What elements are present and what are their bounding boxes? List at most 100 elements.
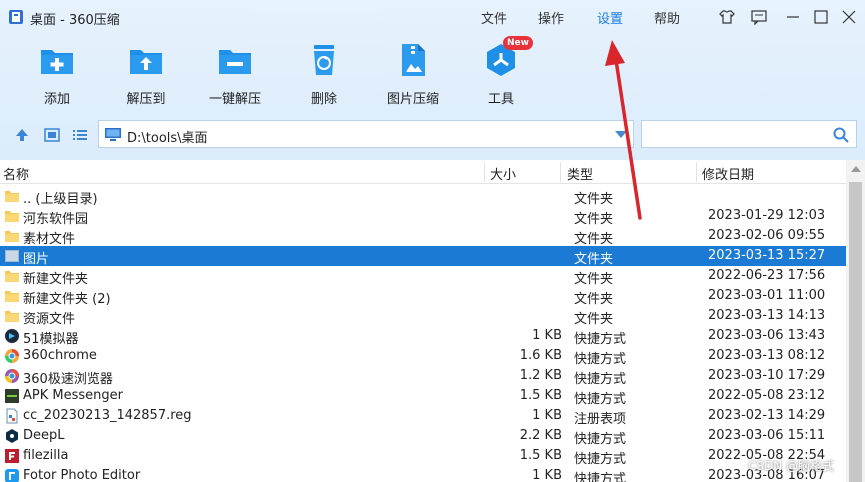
menu-help[interactable]: 帮助 bbox=[654, 8, 680, 27]
file-row[interactable]: Fotor Photo Editor 1 KB 快捷方式 2023-03-08 … bbox=[0, 466, 846, 482]
file-row[interactable]: 360极速浏览器 1.2 KB 快捷方式 2023-03-10 17:29 bbox=[0, 366, 846, 387]
file-size: 2.2 KB bbox=[519, 428, 562, 443]
path-field[interactable]: D:\tools\桌面 bbox=[98, 120, 634, 148]
image-compress-button[interactable]: 图片压缩 bbox=[378, 42, 448, 107]
file-row[interactable]: 素材文件 文件夹 2023-02-06 09:55 bbox=[0, 226, 846, 247]
image-folder-icon bbox=[5, 250, 19, 262]
file-type: 快捷方式 bbox=[574, 432, 627, 447]
minimize-icon[interactable] bbox=[784, 8, 802, 26]
thumbnail-view-icon[interactable] bbox=[44, 127, 60, 143]
file-date: 2023-03-06 13:43 bbox=[708, 328, 826, 343]
browser-icon bbox=[5, 349, 19, 363]
desktop-icon bbox=[105, 128, 121, 141]
one-click-extract-label: 一键解压 bbox=[208, 92, 261, 107]
file-row[interactable]: DeepL 2.2 KB 快捷方式 2023-03-06 15:11 bbox=[0, 426, 846, 447]
folder-icon bbox=[5, 291, 19, 302]
scrollbar-thumb[interactable] bbox=[849, 182, 862, 482]
file-name: cc_20230213_142857.reg bbox=[23, 408, 192, 423]
file-type: 快捷方式 bbox=[574, 392, 627, 407]
search-input[interactable] bbox=[646, 124, 820, 146]
add-button[interactable]: 添加 bbox=[22, 42, 92, 107]
file-size: 1 KB bbox=[532, 468, 562, 482]
file-row[interactable]: filezilla 1.5 KB 快捷方式 2022-05-08 22:54 bbox=[0, 446, 846, 467]
file-name: Fotor Photo Editor bbox=[23, 468, 141, 482]
file-type: 快捷方式 bbox=[574, 472, 627, 482]
file-row[interactable]: 新建文件夹 文件夹 2022-06-23 17:56 bbox=[0, 266, 846, 287]
maximize-icon[interactable] bbox=[812, 8, 830, 26]
column-modified[interactable]: 修改日期 bbox=[702, 164, 754, 183]
file-date: 2023-03-13 08:12 bbox=[708, 348, 826, 363]
app-logo-icon bbox=[9, 10, 23, 24]
file-type: 快捷方式 bbox=[574, 332, 627, 347]
file-name: 河东软件园 bbox=[23, 212, 89, 227]
column-type[interactable]: 类型 bbox=[567, 164, 593, 183]
window-title: 桌面 - 360压缩 bbox=[30, 13, 120, 28]
column-header: 名称 大小 类型 修改日期 bbox=[0, 160, 865, 184]
file-row[interactable]: 360chrome 1.6 KB 快捷方式 2023-03-13 08:12 bbox=[0, 346, 846, 367]
tools-button[interactable]: 工具 bbox=[466, 42, 536, 107]
title-bar: 桌面 - 360压缩 文件 操作 设置 帮助 bbox=[0, 0, 865, 34]
path-dropdown-icon[interactable] bbox=[615, 131, 627, 138]
search-icon[interactable] bbox=[832, 126, 850, 144]
file-type: 文件夹 bbox=[574, 292, 614, 307]
file-name: 360极速浏览器 bbox=[23, 372, 113, 387]
column-divider[interactable] bbox=[484, 162, 485, 182]
menu-file[interactable]: 文件 bbox=[481, 8, 507, 27]
column-size[interactable]: 大小 bbox=[490, 164, 516, 183]
new-badge: New bbox=[503, 36, 533, 50]
file-row[interactable]: 资源文件 文件夹 2023-03-13 14:13 bbox=[0, 306, 846, 327]
extract-label: 解压到 bbox=[126, 92, 166, 107]
tools-label: 工具 bbox=[487, 92, 514, 107]
menu-operate[interactable]: 操作 bbox=[538, 8, 564, 27]
file-date: 2023-01-29 12:03 bbox=[708, 208, 826, 223]
file-size: 1 KB bbox=[532, 328, 562, 343]
list-view-icon[interactable] bbox=[72, 127, 88, 143]
file-row[interactable]: 河东软件园 文件夹 2023-01-29 12:03 bbox=[0, 206, 846, 227]
one-click-extract-button[interactable]: 一键解压 bbox=[200, 42, 270, 107]
column-name[interactable]: 名称 bbox=[3, 164, 29, 183]
folder-icon bbox=[5, 271, 19, 282]
file-name: 新建文件夹 bbox=[23, 272, 89, 287]
file-size: 1.6 KB bbox=[519, 348, 562, 363]
file-type: 文件夹 bbox=[574, 212, 614, 227]
feedback-icon[interactable] bbox=[750, 8, 768, 26]
column-divider[interactable] bbox=[560, 162, 561, 182]
file-date: 2023-03-13 14:13 bbox=[708, 308, 826, 323]
extract-button[interactable]: 解压到 bbox=[111, 42, 181, 107]
file-name: 360chrome bbox=[23, 348, 97, 363]
scroll-up-arrow-icon[interactable] bbox=[851, 166, 861, 172]
file-size: 1 KB bbox=[532, 408, 562, 423]
image-compress-label: 图片压缩 bbox=[386, 92, 439, 107]
file-row[interactable]: .. (上级目录) 文件夹 bbox=[0, 186, 846, 207]
emulator-icon bbox=[5, 329, 19, 343]
file-row[interactable]: cc_20230213_142857.reg 1 KB 注册表项 2023-02… bbox=[0, 406, 846, 427]
file-name: APK Messenger bbox=[23, 388, 123, 403]
up-arrow-icon[interactable] bbox=[14, 127, 30, 143]
folder-icon bbox=[5, 211, 19, 222]
vertical-scrollbar[interactable] bbox=[846, 160, 865, 482]
file-name: 图片 bbox=[23, 252, 50, 267]
file-date: 2023-03-01 11:00 bbox=[708, 288, 826, 303]
file-type: 注册表项 bbox=[574, 412, 627, 427]
column-divider[interactable] bbox=[696, 162, 697, 182]
file-row[interactable]: 51模拟器 1 KB 快捷方式 2023-03-06 13:43 bbox=[0, 326, 846, 347]
file-name: 素材文件 bbox=[23, 232, 76, 247]
image-zip-icon bbox=[402, 44, 425, 76]
file-date: 2022-05-08 23:12 bbox=[708, 388, 826, 403]
file-date: 2023-02-13 14:29 bbox=[708, 408, 826, 423]
file-row-selected[interactable]: 图片 文件夹 2023-03-13 15:27 bbox=[0, 246, 846, 267]
search-field[interactable] bbox=[641, 120, 857, 148]
delete-button[interactable]: 删除 bbox=[289, 42, 359, 107]
file-name: 新建文件夹 (2) bbox=[23, 292, 111, 307]
file-size: 1.5 KB bbox=[519, 388, 562, 403]
close-icon[interactable] bbox=[840, 8, 858, 26]
file-row[interactable]: APK Messenger 1.5 KB 快捷方式 2022-05-08 23:… bbox=[0, 386, 846, 407]
file-row[interactable]: 新建文件夹 (2) 文件夹 2023-03-01 11:00 bbox=[0, 286, 846, 307]
one-click-extract-icon bbox=[219, 50, 251, 74]
menu-settings[interactable]: 设置 bbox=[597, 8, 623, 27]
file-size: 1.2 KB bbox=[519, 368, 562, 383]
browser-icon bbox=[5, 369, 19, 383]
skin-icon[interactable] bbox=[718, 8, 736, 26]
file-name: 51模拟器 bbox=[23, 332, 79, 347]
file-date: 2023-02-06 09:55 bbox=[708, 228, 826, 243]
